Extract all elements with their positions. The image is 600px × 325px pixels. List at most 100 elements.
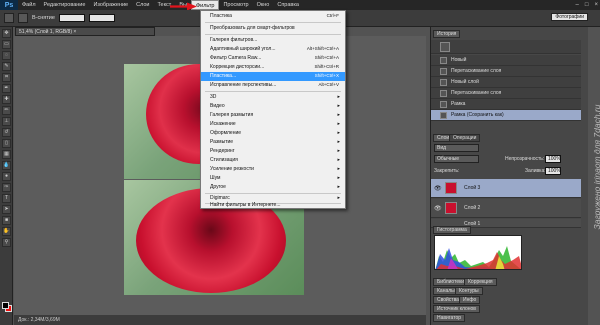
tab-actions[interactable]: Операции <box>449 134 481 142</box>
blend-mode-select[interactable]: Обычные <box>434 155 479 163</box>
layer-row[interactable]: 👁 Слой 2 <box>431 199 581 218</box>
menu-edit[interactable]: Редактирование <box>40 0 90 10</box>
fill-field[interactable]: 100% <box>545 167 561 175</box>
tool-preset-icon[interactable] <box>4 13 14 23</box>
healing-tool-icon[interactable]: ✚ <box>2 95 11 104</box>
tab-histogram[interactable]: Гистограмма <box>433 226 471 234</box>
hand-tool-icon[interactable]: ✋ <box>2 227 11 236</box>
history-row[interactable]: Перетаскивание слоя <box>431 88 581 99</box>
layer-row-selected[interactable]: 👁 Слой 3 <box>431 179 581 198</box>
move-tool-icon[interactable]: ✥ <box>2 29 11 38</box>
blur-tool-icon[interactable]: 💧 <box>2 161 11 170</box>
lasso-tool-icon[interactable]: ◌ <box>2 51 11 60</box>
dodge-tool-icon[interactable]: ● <box>2 172 11 181</box>
menu-item-stylize[interactable]: Стилизация ▸ <box>201 156 345 165</box>
shape-tool-icon[interactable]: ■ <box>2 216 11 225</box>
menu-item-sharpen[interactable]: Усиление резкости ▸ <box>201 165 345 174</box>
menu-separator <box>205 91 341 92</box>
menu-item-smart-filters[interactable]: Преобразовать для смарт-фильтров <box>201 24 345 33</box>
menu-item-video[interactable]: Видео ▸ <box>201 102 345 111</box>
history-step-icon <box>440 101 447 108</box>
document-tab[interactable]: 51,4% (Слой 1, RGB/8) × <box>15 27 155 36</box>
status-bar: Док.: 2,34M/3,69M <box>14 315 426 325</box>
history-row[interactable]: Рамка <box>431 99 581 110</box>
tab-info[interactable]: Инфо <box>459 296 481 304</box>
menu-file[interactable]: Файл <box>18 0 40 10</box>
history-row-selected[interactable]: Рамка (Сохранить как) <box>431 110 581 121</box>
menu-item-last-filter[interactable]: Пластика Ctrl+F <box>201 12 345 21</box>
menu-view[interactable]: Просмотр <box>219 0 252 10</box>
history-step-icon <box>440 112 447 119</box>
history-row[interactable]: Новый слой <box>431 77 581 88</box>
feather-field[interactable] <box>58 14 85 22</box>
menu-item-other[interactable]: Другое ▸ <box>201 183 345 192</box>
brush-tool-icon[interactable]: ✏ <box>2 106 11 115</box>
type-tool-icon[interactable]: T <box>2 194 11 203</box>
menu-item-camera-raw[interactable]: Фильтр Camera Raw... Shift+Ctrl+A <box>201 54 345 63</box>
menu-item-noise[interactable]: Шум ▸ <box>201 174 345 183</box>
selection-mode-icon[interactable] <box>18 13 28 23</box>
workspace-button[interactable]: Фотографии <box>551 13 588 21</box>
submenu-arrow-icon: ▸ <box>337 139 340 145</box>
tab-libraries[interactable]: Библиотеки <box>433 278 469 286</box>
menu-item-adaptive-wide-angle[interactable]: Адаптивный широкий угол... Alt+Shift+Ctrl… <box>201 45 345 54</box>
submenu-arrow-icon: ▸ <box>337 112 340 118</box>
submenu-arrow-icon: ▸ <box>337 166 340 172</box>
tab-paths[interactable]: Контуры <box>455 287 483 295</box>
menu-window[interactable]: Окно <box>253 0 274 10</box>
menu-item-liquify[interactable]: Пластика... Shift+Ctrl+X <box>201 72 345 81</box>
history-row[interactable]: Новый <box>431 55 581 66</box>
submenu-arrow-icon: ▸ <box>337 94 340 100</box>
menu-item-lens-correction[interactable]: Коррекция дисторсии... Shift+Ctrl+R <box>201 63 345 72</box>
menu-item-pixelate[interactable]: Оформление ▸ <box>201 129 345 138</box>
menu-separator <box>205 34 341 35</box>
path-select-tool-icon[interactable]: ➤ <box>2 205 11 214</box>
menu-help[interactable]: Справка <box>273 0 303 10</box>
tab-navigator[interactable]: Навигатор <box>433 314 466 322</box>
width-field[interactable] <box>88 14 115 22</box>
history-step-icon <box>440 68 447 75</box>
fill-label: Заливка: <box>525 168 546 174</box>
stamp-tool-icon[interactable]: ⊥ <box>2 117 11 126</box>
pen-tool-icon[interactable]: ✑ <box>2 183 11 192</box>
minimize-icon[interactable]: – <box>576 2 579 8</box>
visibility-eye-icon[interactable]: 👁 <box>434 205 442 212</box>
layer-thumbnail <box>445 202 457 214</box>
menu-layers[interactable]: Слои <box>132 0 153 10</box>
lock-label: Закрепить: <box>434 168 460 174</box>
menu-item-vanishing-point[interactable]: Исправление перспективы... Alt+Ctrl+V <box>201 81 345 90</box>
menu-item-filter-gallery[interactable]: Галерея фильтров... <box>201 36 345 45</box>
history-row[interactable]: Перетаскивание слоя <box>431 66 581 77</box>
menu-item-blur-gallery[interactable]: Галерея размытия ▸ <box>201 111 345 120</box>
options-bar-right: Фотографии <box>551 13 588 21</box>
gradient-tool-icon[interactable]: ▦ <box>2 150 11 159</box>
layer-kind-select[interactable]: Вид <box>434 144 479 152</box>
history-brush-tool-icon[interactable]: ↺ <box>2 128 11 137</box>
menu-item-distort[interactable]: Искажение ▸ <box>201 120 345 129</box>
quick-select-tool-icon[interactable]: ✎ <box>2 62 11 71</box>
eraser-tool-icon[interactable]: ▯ <box>2 139 11 148</box>
submenu-arrow-icon: ▸ <box>337 103 340 109</box>
visibility-eye-icon[interactable]: 👁 <box>434 185 442 192</box>
history-step-icon <box>440 90 447 97</box>
history-snapshot[interactable] <box>431 40 581 54</box>
menu-item-browse-filters-online[interactable]: Найти фильтры в Интернете... <box>201 201 345 210</box>
right-panels: История Новый Перетаскивание слоя Новый … <box>430 27 588 325</box>
menu-item-3d[interactable]: 3D ▸ <box>201 93 345 102</box>
photoshop-window: Ps Файл Редактирование Изображение Слои … <box>0 0 600 325</box>
zoom-tool-icon[interactable]: ⚲ <box>2 238 11 247</box>
marquee-tool-icon[interactable]: ▭ <box>2 40 11 49</box>
menu-item-blur[interactable]: Размытие ▸ <box>201 138 345 147</box>
foreground-color-swatch[interactable] <box>2 302 9 309</box>
crop-tool-icon[interactable]: ⌗ <box>2 73 11 82</box>
menu-image[interactable]: Изображение <box>89 0 132 10</box>
tab-adjustments[interactable]: Коррекция <box>464 278 497 286</box>
histogram-graph <box>435 246 521 269</box>
tab-history[interactable]: История <box>433 30 461 38</box>
menu-item-render[interactable]: Рендеринг ▸ <box>201 147 345 156</box>
eyedropper-tool-icon[interactable]: ✒ <box>2 84 11 93</box>
tab-clone-source[interactable]: Источник клонов <box>433 305 480 313</box>
maximize-icon[interactable]: □ <box>585 2 589 8</box>
histogram-chart <box>434 235 522 270</box>
opacity-field[interactable]: 100% <box>545 155 561 163</box>
